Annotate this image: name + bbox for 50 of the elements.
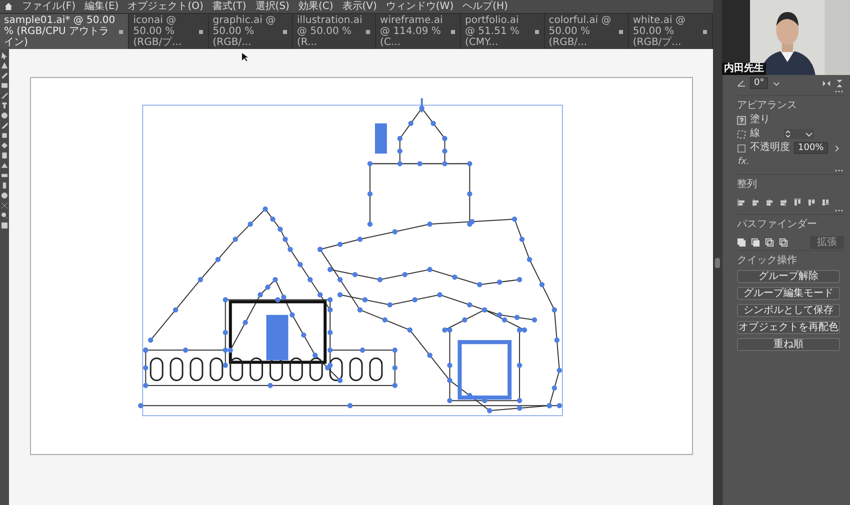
quick-action-button[interactable]: グループ編集モード [737, 287, 840, 300]
section-title: クイック操作 [737, 255, 798, 267]
menu-item[interactable]: 書式(T) [212, 0, 246, 12]
align-icon[interactable] [821, 198, 830, 206]
flip-vertical-icon[interactable] [835, 78, 844, 88]
fill-swatch-icon[interactable] [737, 116, 746, 124]
quick-action-button[interactable]: グループ解除 [737, 270, 840, 283]
stroke-swatch-icon[interactable] [737, 130, 746, 138]
document-tab[interactable]: colorful.ai @ 50.00 % (RGB/... [544, 14, 629, 49]
name-label: 内田先生 [722, 63, 766, 75]
align-icon[interactable] [737, 198, 746, 206]
tool-icon[interactable] [1, 202, 8, 209]
flip-horizontal-icon[interactable] [822, 78, 831, 88]
stroke-label: 線 [750, 128, 760, 140]
more-icon[interactable] [834, 209, 844, 213]
menu-item[interactable]: 効果(C) [298, 0, 334, 12]
quick-action-button[interactable]: 重ね順 [737, 338, 840, 351]
opacity-label: 不透明度 [750, 142, 790, 154]
stroke-weight-dropdown[interactable] [784, 129, 814, 139]
align-icon[interactable] [751, 198, 760, 206]
menu-item[interactable]: ファイル(F) [22, 0, 76, 12]
checkbox-icon[interactable] [737, 144, 746, 152]
menu-item[interactable]: ウィンドウ(W) [386, 0, 454, 12]
menu-item[interactable]: 編集(E) [84, 0, 119, 12]
fx-button[interactable]: fx. [738, 157, 750, 167]
quick-action-button[interactable]: シンボルとして保存 [737, 304, 840, 317]
tool-icon[interactable] [1, 212, 8, 219]
section-title: アピアランス [737, 100, 798, 112]
more-icon[interactable] [834, 169, 844, 173]
angle-icon [737, 78, 746, 88]
rotation-field[interactable]: 0° [750, 77, 768, 89]
opacity-field[interactable]: 100% [794, 142, 828, 154]
menu-item[interactable]: オブジェクト(O) [128, 0, 204, 12]
align-icon[interactable] [779, 198, 788, 206]
tool-icon[interactable] [1, 222, 8, 229]
scroll-bar[interactable] [713, 0, 722, 505]
align-icon[interactable] [793, 198, 802, 206]
menu-item[interactable]: ヘルプ(H) [462, 0, 508, 12]
quick-action-button[interactable]: オブジェクトを再配色 [737, 321, 840, 334]
more-icon[interactable] [834, 90, 844, 94]
align-icon[interactable] [807, 198, 816, 206]
align-icon[interactable] [765, 198, 774, 206]
document-tab[interactable]: sample01.ai* @ 50.00 % (RGB/CPU アウトライン) [0, 14, 130, 49]
menu-item[interactable]: 表示(V) [342, 0, 377, 12]
fill-label: 塗り [750, 114, 770, 126]
cursor-icon [242, 53, 248, 62]
section-title: パスファインダー [737, 219, 818, 231]
menu-item[interactable]: 選択(S) [255, 0, 290, 12]
home-icon[interactable] [4, 2, 13, 11]
section-title: 整列 [737, 179, 758, 191]
